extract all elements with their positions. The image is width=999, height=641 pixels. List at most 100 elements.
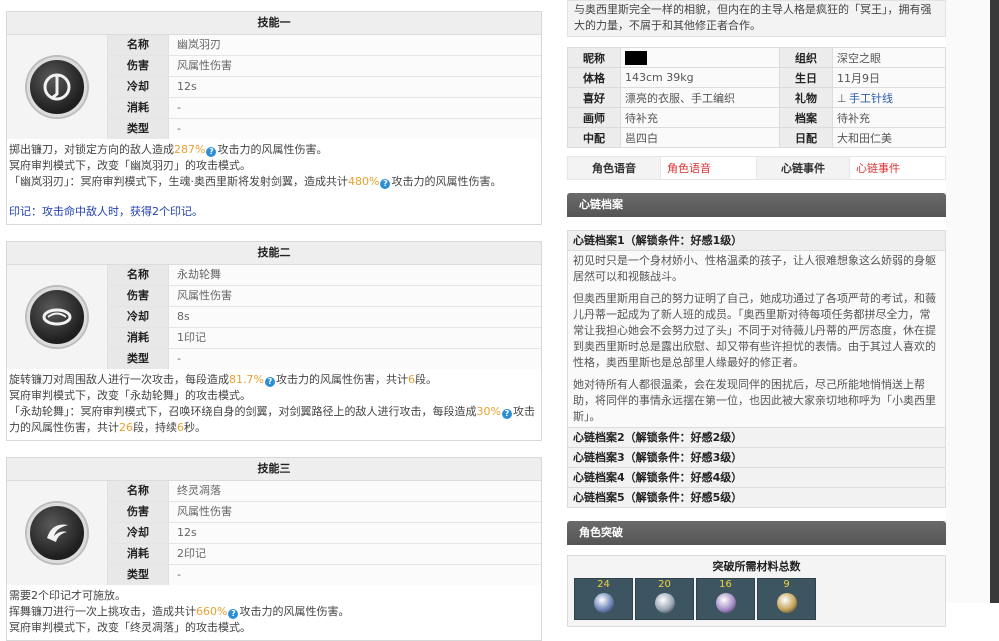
value-name: 幽岚羽刃 <box>169 35 541 55</box>
profile-column: 与奥西里斯完全一样的相貌，但内在的主导人格是疯狂的「冥王」，拥有强大的力量，不屑… <box>567 0 946 627</box>
help-icon[interactable]: ? <box>264 377 275 387</box>
voice-event-table: 角色语音 角色语音 心链事件 心链事件 <box>567 156 946 180</box>
violet-orb-icon <box>716 593 736 613</box>
wing-sweep-icon <box>27 503 87 563</box>
page-margin-right <box>946 0 990 603</box>
desc-text: 段。 <box>414 373 437 386</box>
help-icon[interactable]: ? <box>206 147 217 157</box>
heart-file-5[interactable]: 心链档案5（解锁条件：好感5级） <box>567 488 946 508</box>
desc-text: 冥府审判模式下，改变「终灵凋落」的攻击模式。 <box>9 621 251 634</box>
material-item[interactable]: 20 <box>635 578 694 620</box>
material-item[interactable]: 9 <box>757 578 816 620</box>
value-cost: - <box>169 98 541 118</box>
skill-header: 技能二 <box>7 242 541 265</box>
desc-number: 26 <box>119 421 133 434</box>
skill-card-3: 技能三 名称 终灵凋落 伤害 风属性伤害 冷却 12s 消耗 2印记 类型 - 需要2个印… <box>6 457 542 641</box>
value-cost: 2印记 <box>169 544 541 564</box>
label-name: 名称 <box>108 481 169 501</box>
character-intro: 与奥西里斯完全一样的相貌，但内在的主导人格是疯狂的「冥王」，拥有强大的力量，不屑… <box>567 0 946 37</box>
gold-orb-icon <box>777 593 797 613</box>
material-item[interactable]: 16 <box>696 578 755 620</box>
profile-key: 中配 <box>567 127 621 148</box>
value-cooldown: 8s <box>169 307 541 327</box>
heart-file-2[interactable]: 心链档案2（解锁条件：好感2级） <box>567 428 946 448</box>
profile-key: 喜好 <box>567 87 621 108</box>
desc-text: 冥府审判模式下，改变「永劫轮舞」的攻击模式。 <box>9 389 251 402</box>
label-damage: 伤害 <box>108 286 169 306</box>
label-cooldown: 冷却 <box>108 307 169 327</box>
skill-card-2: 技能二 名称 永劫轮舞 伤害 风属性伤害 冷却 8s 消耗 1印记 类型 - 旋转镰刀对周… <box>6 241 542 441</box>
desc-text: 「幽岚羽刃」：冥府审判模式下，生魂·奥西里斯将发射剑翼，造成共计 <box>9 175 348 188</box>
needle-icon: ⊥ <box>837 91 847 105</box>
desc-text: 攻击力的风属性伤害，共计 <box>275 373 408 386</box>
material-count: 16 <box>719 579 732 590</box>
desc-percent: 30% <box>476 405 501 418</box>
value-cost: 1印记 <box>169 328 541 348</box>
profile-value: 深空之眼 <box>832 47 946 68</box>
profile-value: 漂亮的衣服、手工编织 <box>620 87 780 108</box>
desc-percent: 81.7% <box>229 373 264 386</box>
gift-cell: ⊥ 手工针线 <box>832 87 946 108</box>
profile-key: 日配 <box>779 127 833 148</box>
profile-value: 大和田仁美 <box>832 127 946 148</box>
profile-key: 体格 <box>567 67 621 88</box>
label-cost: 消耗 <box>108 328 169 348</box>
value-type: - <box>169 565 541 585</box>
value-damage: 风属性伤害 <box>169 502 541 522</box>
desc-text: 攻击力的风属性伤害。 <box>217 143 328 156</box>
profile-key: 档案 <box>779 107 833 128</box>
profile-table: 昵称 组织 深空之眼 体格 143cm 39kg 生日 11月9日 喜好 漂亮的… <box>567 47 946 148</box>
profile-value: 143cm 39kg <box>620 67 780 88</box>
materials-title: 突破所需材料总数 <box>712 560 801 573</box>
value-damage: 风属性伤害 <box>169 286 541 306</box>
value-type: - <box>169 349 541 369</box>
heart-file-4[interactable]: 心链档案4（解锁条件：好感4级） <box>567 468 946 488</box>
event-label: 心链事件 <box>756 156 850 180</box>
archive-paragraph: 初见时只是一个身材娇小、性格温柔的孩子，让人很难想象这么娇弱的身躯居然可以和视骸… <box>573 254 936 283</box>
breakthrough-header: 角色突破 <box>567 521 946 545</box>
profile-value: 待补充 <box>832 107 946 128</box>
event-link[interactable]: 心链事件 <box>849 156 946 180</box>
label-damage: 伤害 <box>108 502 169 522</box>
silver-orb-icon <box>655 593 675 613</box>
help-icon[interactable]: ? <box>228 609 239 619</box>
value-name: 永劫轮舞 <box>169 265 541 285</box>
profile-key: 画师 <box>567 107 621 128</box>
skill-description: 旋转镰刀对周围敌人进行一次攻击，每段造成81.7%? 攻击力的风属性伤害，共计6段… <box>7 369 541 440</box>
desc-text: 攻击力的风属性伤害。 <box>239 605 350 618</box>
materials-box: 突破所需材料总数 24 20 16 9 <box>567 555 946 627</box>
voice-label: 角色语音 <box>567 156 661 180</box>
help-icon[interactable]: ? <box>501 409 512 419</box>
profile-key: 礼物 <box>779 87 833 108</box>
blue-orb-icon <box>594 593 614 613</box>
skill-description: 掷出镰刀，对锁定方向的敌人造成287%? 攻击力的风属性伤害。 冥府审判模式下，改… <box>7 139 541 224</box>
label-type: 类型 <box>108 565 169 585</box>
archive-paragraph: 她对待所有人都很温柔，会在发现同伴的困扰后，尽己所能地悄悄送上帮助，将同伴的事情… <box>573 378 936 423</box>
label-cooldown: 冷却 <box>108 523 169 543</box>
profile-key: 昵称 <box>567 47 621 68</box>
profile-value: 待补充 <box>620 107 780 128</box>
heart-file-3[interactable]: 心链档案3（解锁条件：好感3级） <box>567 448 946 468</box>
voice-link[interactable]: 角色语音 <box>660 156 757 180</box>
heart-file-1-body: 初见时只是一个身材娇小、性格温柔的孩子，让人很难想象这么娇弱的身躯居然可以和视骸… <box>567 251 946 428</box>
desc-text: 冥府审判模式下，改变「幽岚羽刃」的攻击模式。 <box>9 159 251 172</box>
scrollbar-track[interactable] <box>990 0 999 603</box>
label-type: 类型 <box>108 119 169 139</box>
archive-paragraph: 但奥西里斯用自己的努力证明了自己，她成功通过了各项严苛的考试，和薇儿丹蒂一起成为… <box>573 292 936 369</box>
material-item[interactable]: 24 <box>574 578 633 620</box>
desc-percent: 660% <box>196 605 228 618</box>
desc-text: 挥舞镰刀进行一次上挑攻击，造成共计 <box>9 605 196 618</box>
label-cost: 消耗 <box>108 98 169 118</box>
desc-percent: 480% <box>348 175 380 188</box>
label-damage: 伤害 <box>108 56 169 76</box>
profile-value: 邕四白 <box>620 127 780 148</box>
gift-link[interactable]: 手工针线 <box>849 92 893 105</box>
skill-description: 需要2个印记才可施放。 挥舞镰刀进行一次上挑攻击，造成共计660%? 攻击力的风属… <box>7 585 541 640</box>
skill-header: 技能三 <box>7 458 541 481</box>
heart-file-1-title[interactable]: 心链档案1（解锁条件：好感1级） <box>567 230 946 251</box>
help-icon[interactable]: ? <box>380 179 391 189</box>
label-cooldown: 冷却 <box>108 77 169 97</box>
skills-column: 技能一 名称 幽岚羽刃 伤害 风属性伤害 冷却 12s 消耗 - 类型 - 掷出镰刀，对锁… <box>6 0 542 641</box>
desc-percent: 287% <box>174 143 206 156</box>
desc-number: 6 <box>407 373 415 386</box>
